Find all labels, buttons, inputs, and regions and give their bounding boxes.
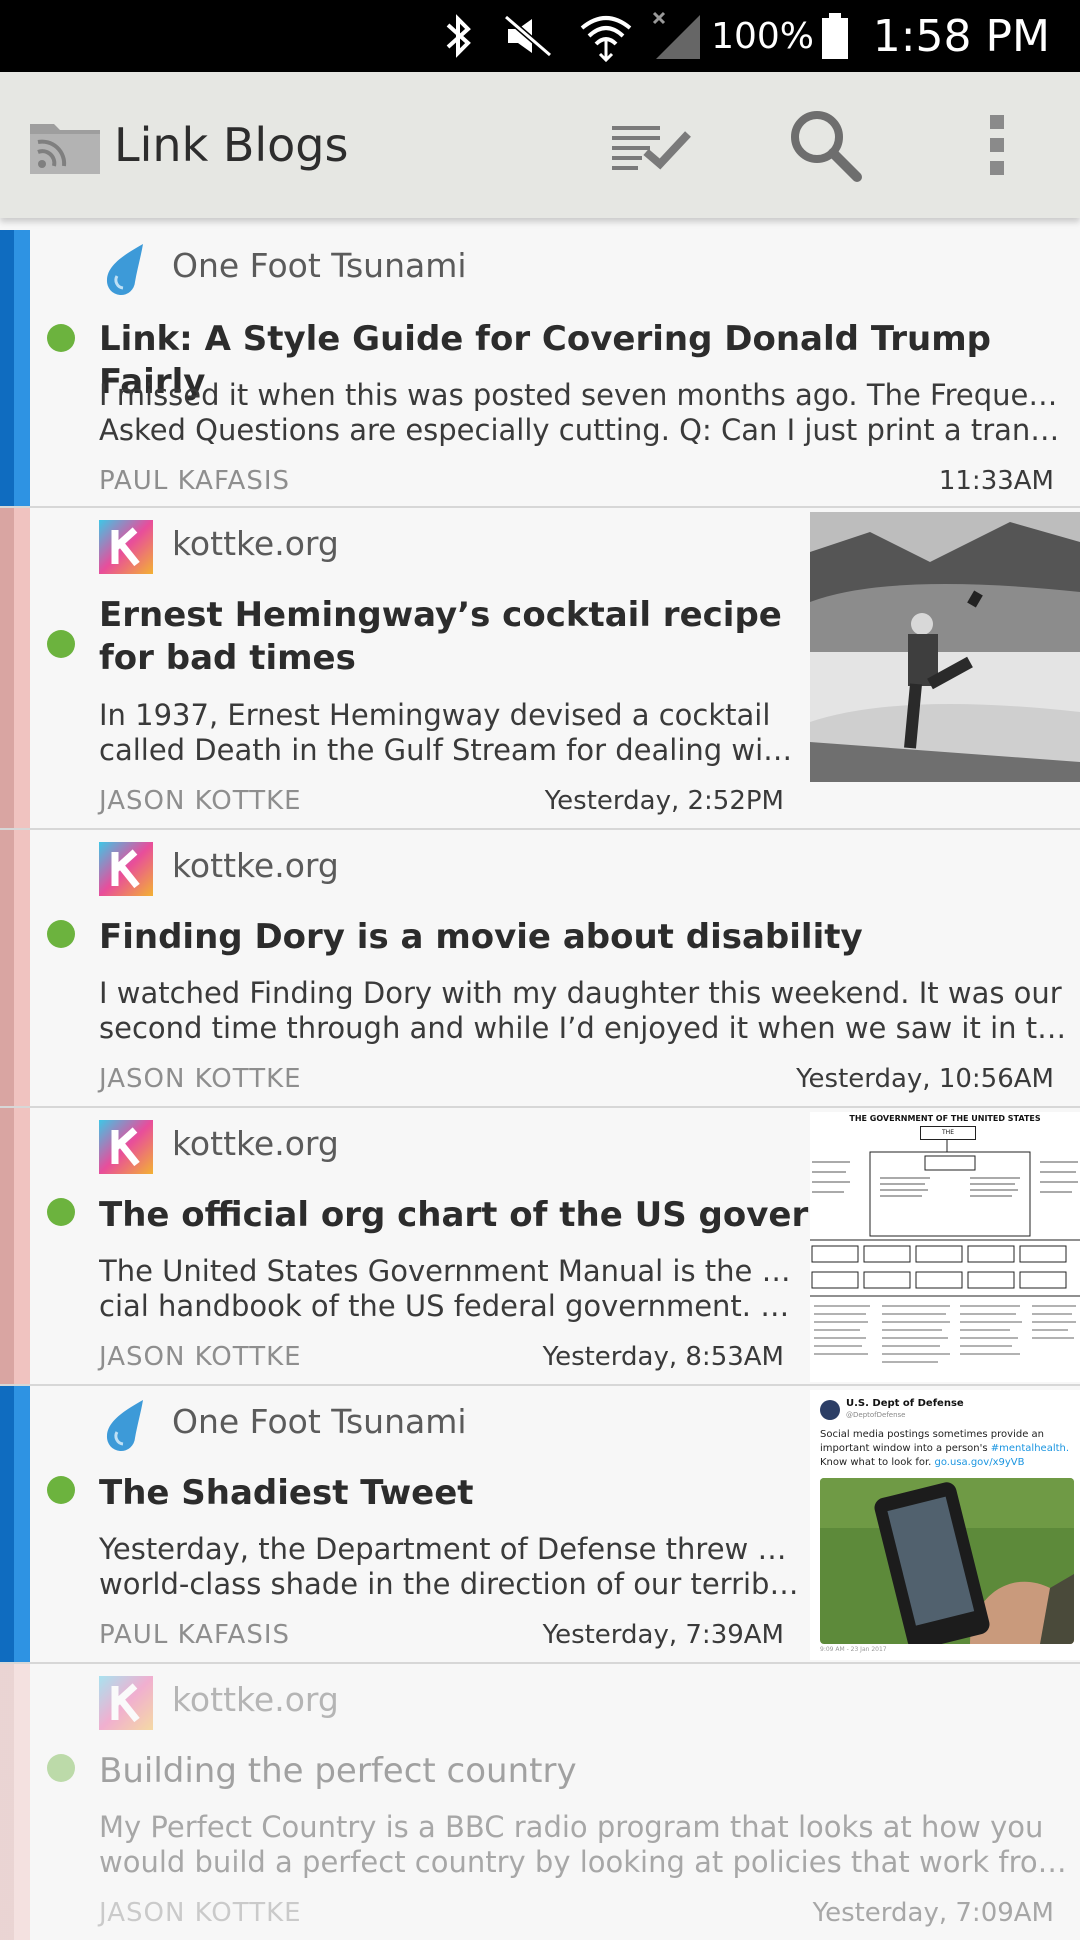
kottke-k-icon — [99, 520, 153, 574]
wifi-icon — [578, 0, 634, 72]
water-drop-icon — [99, 242, 153, 296]
article-headline: The Shadiest Tweet — [99, 1473, 474, 1513]
summary-line: would build a perfect country by looking… — [99, 1845, 1069, 1879]
bluetooth-icon — [438, 0, 478, 72]
mark-all-read-icon — [610, 118, 692, 176]
battery-icon — [820, 0, 850, 72]
feed-color-stripe — [0, 1664, 30, 1940]
tweet-text-line: important window into a person's — [820, 1443, 991, 1454]
app-bar: Link Blogs — [0, 72, 1080, 218]
feed-name: kottke.org — [172, 1680, 339, 1719]
summary-line: Yesterday, the Department of Defense thr… — [99, 1532, 799, 1566]
unread-indicator — [47, 630, 75, 658]
summary-line: My Perfect Country is a BBC radio progra… — [99, 1810, 1044, 1844]
summary-line: Asked Questions are especially cutting. … — [99, 413, 1069, 447]
tweet-text: Social media postings sometimes provide … — [820, 1428, 1076, 1470]
summary-line: The United States Government Manual is t… — [99, 1254, 799, 1288]
page-title: Link Blogs — [114, 118, 349, 172]
summary-line: In 1937, Ernest Hemingway devised a cock… — [99, 698, 771, 732]
article-time: Yesterday, 7:39AM — [542, 1620, 784, 1650]
summary-line: I watched Finding Dory with my daughter … — [99, 976, 1062, 1010]
feed-color-stripe — [0, 1386, 30, 1662]
article-summary: I missed it when this was posted seven m… — [99, 378, 1069, 448]
feed-color-stripe — [0, 830, 30, 1106]
summary-line: second time through and while I’d enjoye… — [99, 1011, 1069, 1045]
list-item[interactable]: One Foot Tsunami The Shadiest Tweet Yest… — [0, 1386, 1080, 1664]
article-author: JASON KOTTKE — [99, 1898, 302, 1928]
tweet-account: U.S. Dept of Defense — [846, 1398, 964, 1409]
article-headline: Building the perfect country — [99, 1751, 577, 1791]
article-list: One Foot Tsunami Link: A Style Guide for… — [0, 230, 1080, 1940]
list-item[interactable]: kottke.org The official org chart of the… — [0, 1108, 1080, 1386]
article-time: 11:33AM — [938, 466, 1054, 496]
article-summary: The United States Government Manual is t… — [99, 1254, 799, 1324]
battery-percent: 100% — [711, 15, 814, 57]
mute-icon — [502, 0, 554, 72]
overflow-menu-icon — [987, 113, 1007, 181]
unread-indicator — [47, 324, 75, 352]
hemingway-photo-thumbnail — [810, 512, 1080, 782]
list-item[interactable]: kottke.org Finding Dory is a movie about… — [0, 830, 1080, 1108]
article-time: Yesterday, 2:52PM — [544, 786, 784, 816]
dod-seal-icon — [820, 1400, 840, 1420]
tweet-photo — [820, 1478, 1074, 1644]
list-item[interactable]: kottke.org Ernest Hemingway’s cocktail r… — [0, 508, 1080, 830]
tweet-date: 9:09 AM - 23 Jan 2017 — [820, 1646, 887, 1653]
article-time: Yesterday, 10:56AM — [796, 1064, 1054, 1094]
tweet-text-line: Social media postings sometimes provide … — [820, 1429, 1045, 1440]
tweet-thumbnail: U.S. Dept of Defense @DeptofDefense Soci… — [810, 1390, 1080, 1660]
unread-indicator — [47, 920, 75, 948]
list-item[interactable]: kottke.org Building the perfect country … — [0, 1664, 1080, 1940]
article-summary: My Perfect Country is a BBC radio progra… — [99, 1810, 1069, 1880]
feed-color-stripe — [0, 508, 30, 828]
mark-all-read-button[interactable] — [606, 102, 696, 192]
status-bar: 100% 1:58 PM — [0, 0, 1080, 72]
article-author: JASON KOTTKE — [99, 1064, 302, 1094]
feed-color-stripe — [0, 1108, 30, 1384]
kottke-k-icon — [99, 1676, 153, 1730]
water-drop-icon — [99, 1398, 153, 1452]
search-button[interactable] — [780, 102, 870, 192]
article-headline: Finding Dory is a movie about disability — [99, 917, 863, 957]
article-author: JASON KOTTKE — [99, 786, 302, 816]
unread-indicator — [47, 1198, 75, 1226]
signal-icon — [650, 0, 706, 72]
org-chart-thumbnail: THE GOVERNMENT OF THE UNITED STATES THE … — [810, 1112, 1080, 1382]
tweet-hashtag: #mentalhealth. — [990, 1443, 1070, 1454]
summary-line: I missed it when this was posted seven m… — [99, 378, 1069, 412]
article-author: JASON KOTTKE — [99, 1342, 302, 1372]
article-author: PAUL KAFASIS — [99, 466, 290, 496]
summary-line: called Death in the Gulf Stream for deal… — [99, 733, 799, 767]
tweet-handle: @DeptofDefense — [846, 1411, 906, 1419]
feed-name: kottke.org — [172, 1124, 339, 1163]
summary-line: world-class shade in the direction of ou… — [99, 1567, 799, 1601]
folder-rss-icon — [28, 116, 102, 176]
article-time: Yesterday, 7:09AM — [812, 1898, 1054, 1928]
article-author: PAUL KAFASIS — [99, 1620, 290, 1650]
article-summary: I watched Finding Dory with my daughter … — [99, 976, 1069, 1046]
feed-name: One Foot Tsunami — [172, 1402, 467, 1441]
tweet-link: go.usa.gov/x9yVB — [934, 1457, 1025, 1468]
article-summary: In 1937, Ernest Hemingway devised a cock… — [99, 698, 799, 768]
unread-indicator — [47, 1754, 75, 1782]
article-summary: Yesterday, the Department of Defense thr… — [99, 1532, 799, 1602]
feed-name: kottke.org — [172, 524, 339, 563]
list-item[interactable]: One Foot Tsunami Link: A Style Guide for… — [0, 230, 1080, 508]
clock: 1:58 PM — [872, 10, 1050, 62]
search-icon — [787, 107, 863, 187]
kottke-k-icon — [99, 1120, 153, 1174]
overflow-menu-button[interactable] — [952, 102, 1042, 192]
feed-name: One Foot Tsunami — [172, 246, 467, 285]
unread-indicator — [47, 1476, 75, 1504]
article-time: Yesterday, 8:53AM — [542, 1342, 784, 1372]
feed-name: kottke.org — [172, 846, 339, 885]
kottke-k-icon — [99, 842, 153, 896]
article-headline: Ernest Hemingway’s cocktail recipe for b… — [99, 595, 782, 678]
article-headline: The official org chart of the US governm… — [99, 1195, 932, 1235]
feed-color-stripe — [0, 230, 30, 506]
tweet-text-line: Know what to look for. — [820, 1457, 935, 1468]
summary-line: cial handbook of the US federal governme… — [99, 1289, 799, 1323]
